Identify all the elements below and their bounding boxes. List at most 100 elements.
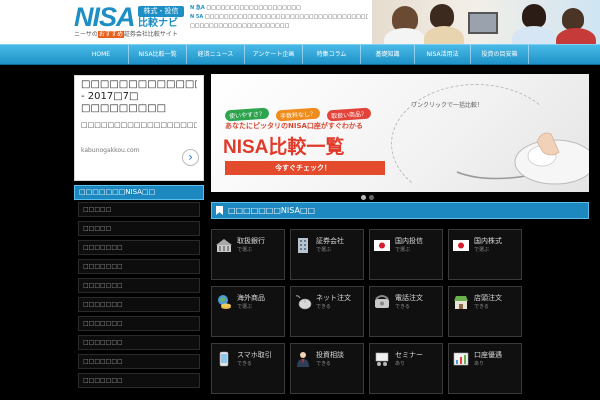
logo-sub-highlight: おすすめ: [97, 31, 124, 38]
category-sub: できる: [395, 304, 410, 310]
nav-nisa-compare[interactable]: NISA比較一覧: [129, 45, 187, 64]
japan-flag-icon: [374, 240, 390, 251]
news-text: □□□□□□□□□□□□□□□□□□□□□□□□□□□□□□□□□□□□□□□□…: [204, 14, 368, 20]
nav-home[interactable]: HOME: [74, 45, 129, 64]
person-body-icon: [512, 26, 556, 44]
ad-description: □□□□□□□□□□□□□□□□□□□□□□□□□□: [81, 121, 197, 129]
mouse-icon: [295, 295, 312, 310]
person-head-icon: [430, 4, 454, 28]
nav-economic-news[interactable]: 経済ニュース: [187, 45, 245, 64]
category-title: 取扱銀行: [237, 237, 265, 245]
sidebar-item[interactable]: □□□□□□□: [78, 259, 200, 274]
category-domestic-stocks[interactable]: 国内株式 で選ぶ: [448, 229, 522, 280]
news-mark: N 5A: [190, 14, 204, 20]
category-title: 海外商品: [237, 294, 265, 302]
logo-subtitle: ニーサのおすすめ証券会社比較サイト: [74, 31, 178, 39]
header-photo: [372, 0, 600, 44]
person-head-icon: [562, 8, 584, 30]
pagination-dot[interactable]: [369, 195, 374, 200]
sidebar-item[interactable]: □□□□□□□: [78, 240, 200, 255]
nav-basics[interactable]: 基礎知識: [361, 45, 415, 64]
category-title: 投資相談: [316, 351, 344, 359]
nav-survey[interactable]: アンケート企画: [245, 45, 303, 64]
category-bank[interactable]: 取扱銀行 で選ぶ: [211, 229, 285, 280]
category-title: 国内株式: [474, 237, 502, 245]
category-title: 国内投信: [395, 237, 423, 245]
main-banner[interactable]: 使いやすさ？ 手数料なし？ 取扱い商品？ あなたにピッタリのNISA口座がすぐわ…: [211, 74, 589, 192]
global-nav: HOME NISA比較一覧 経済ニュース アンケート企画 特集コラム 基礎知識 …: [0, 44, 600, 65]
banner-click-text: ワンクリックで一括比較！: [411, 102, 484, 109]
category-domestic-funds[interactable]: 国内投信 で選ぶ: [369, 229, 443, 280]
logo-sub-post: 証券会社比較サイト: [123, 31, 178, 38]
category-online-order[interactable]: ネット注文 できる: [290, 286, 364, 337]
category-sub: で選ぶ: [474, 247, 490, 253]
ad-title[interactable]: □□□□□□□□□□□□□ - 2017□7□ □□□□□□□□□: [81, 79, 197, 115]
news-item[interactable]: N 急A □□□□□□□□□□□□□□□□□□□□: [190, 4, 368, 13]
mouse-icon: [456, 132, 589, 185]
sidebar-item[interactable]: □□□□□: [78, 221, 200, 236]
category-smartphone[interactable]: スマホ取引 できる: [211, 343, 285, 394]
category-account-benefits[interactable]: 口座優遇 あり: [448, 343, 522, 394]
store-icon: [454, 296, 468, 309]
sidebar-heading: □□□□□□□NISA□□: [74, 185, 204, 200]
category-sub: できる: [237, 361, 252, 367]
sidebar-item[interactable]: □□□□□□□: [78, 278, 200, 293]
category-title: 電話注文: [395, 294, 423, 302]
sidebar-item[interactable]: □□□□□□□: [78, 373, 200, 388]
category-securities[interactable]: 証券会社 で選ぶ: [290, 229, 364, 280]
category-sub: で選ぶ: [395, 247, 411, 253]
category-sub: あり: [474, 361, 485, 367]
category-consultation[interactable]: 投資相談 できる: [290, 343, 364, 394]
seminar-icon: [375, 352, 389, 366]
pagination-dot[interactable]: [361, 195, 366, 200]
bookmark-icon: [216, 206, 223, 215]
japan-flag-icon: [453, 240, 469, 251]
news-item[interactable]: □□□□□□□□□□□□□□□□□□□□□: [190, 22, 368, 31]
category-sub: で選ぶ: [237, 247, 253, 253]
category-store-order[interactable]: 店頭注文 できる: [448, 286, 522, 337]
chevron-right-icon[interactable]: ›: [182, 149, 199, 166]
logo-sub-pre: ニーサの: [74, 31, 98, 38]
banner-tags: 使いやすさ？ 手数料なし？ 取扱い商品？: [224, 102, 373, 122]
building-icon: [298, 238, 308, 253]
page: NISA 株式・投信 比較ナビ ニーサのおすすめ証券会社比較サイト N 急A □…: [0, 0, 600, 400]
category-sub: あり: [395, 361, 406, 367]
ad-url[interactable]: kabunogakkou.com: [81, 147, 197, 154]
nav-suggestion-box[interactable]: 投資の目安箱: [471, 45, 529, 64]
nav-column[interactable]: 特集コラム: [303, 45, 361, 64]
site-header: NISA 株式・投信 比較ナビ ニーサのおすすめ証券会社比較サイト N 急A □…: [0, 0, 600, 44]
bank-icon: [216, 239, 232, 252]
banner-cta-button[interactable]: 今すぐチェック！: [225, 161, 385, 175]
laptop-icon: [468, 12, 498, 34]
category-sub: できる: [474, 304, 489, 310]
site-logo[interactable]: NISA 株式・投信 比較ナビ ニーサのおすすめ証券会社比較サイト: [74, 4, 184, 40]
banner-title: NISA比較一覧: [223, 137, 345, 158]
category-overseas[interactable]: 海外商品 で選ぶ: [211, 286, 285, 337]
sidebar-item[interactable]: □□□□□□□: [78, 316, 200, 331]
person-head-icon: [522, 4, 546, 28]
phone-icon: [375, 295, 389, 308]
category-title: スマホ取引: [237, 351, 272, 359]
consultant-icon: [297, 352, 309, 367]
person-body-icon: [424, 26, 464, 44]
nav-nisa-usage[interactable]: NISA活用法: [415, 45, 471, 64]
category-title: セミナー: [395, 351, 423, 359]
news-text: □□□□□□□□□□□□□□□□□□□□: [206, 5, 301, 11]
category-title: 店頭注文: [474, 294, 502, 302]
category-phone-order[interactable]: 電話注文 できる: [369, 286, 443, 337]
category-title: ネット注文: [316, 294, 351, 302]
category-title: 証券会社: [316, 237, 344, 245]
category-sub: できる: [316, 304, 331, 310]
sidebar-item[interactable]: □□□□□□□: [78, 335, 200, 350]
banner-tag: 手数料なし？: [275, 107, 321, 122]
sidebar-item[interactable]: □□□□□□□: [78, 297, 200, 312]
sidebar-item[interactable]: □□□□□□□: [78, 354, 200, 369]
news-item[interactable]: N 5A □□□□□□□□□□□□□□□□□□□□□□□□□□□□□□□□□□□…: [190, 13, 368, 22]
category-seminar[interactable]: セミナー あり: [369, 343, 443, 394]
category-sub: で選ぶ: [316, 247, 332, 253]
banner-tag: 使いやすさ？: [224, 107, 270, 122]
banner-lead: あなたにピッタリのNISA口座がすぐわかる: [225, 122, 363, 130]
sidebar-item[interactable]: □□□□□: [78, 202, 200, 217]
category-sub: できる: [316, 361, 331, 367]
sidebar-ad[interactable]: □□□□□□□□□□□□□ - 2017□7□ □□□□□□□□□ □□□□□□…: [74, 75, 204, 181]
